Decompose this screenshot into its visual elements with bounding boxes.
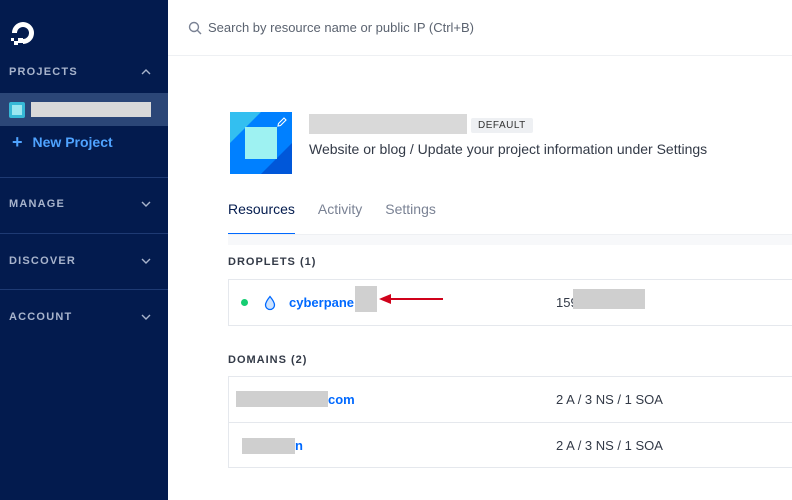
domain-row[interactable]: com 2 A / 3 NS / 1 SOA bbox=[229, 377, 792, 422]
new-project-label: New Project bbox=[32, 134, 113, 150]
chevron-up-icon bbox=[141, 69, 151, 75]
top-bar bbox=[168, 0, 792, 56]
sidebar-divider bbox=[0, 177, 168, 178]
tabs-band bbox=[228, 235, 792, 245]
sidebar: PROJECTS + New Project MANAGE DISCOVER A… bbox=[0, 0, 168, 500]
sidebar-section-discover[interactable]: DISCOVER bbox=[0, 251, 168, 271]
redacted-project-title bbox=[309, 114, 467, 134]
domain-name-link[interactable]: com bbox=[328, 392, 355, 407]
domain-records: 2 A / 3 NS / 1 SOA bbox=[556, 392, 663, 407]
main-content: DEFAULT Website or blog / Update your pr… bbox=[168, 57, 792, 500]
redacted-domain bbox=[242, 438, 295, 454]
droplet-icon bbox=[264, 294, 276, 310]
status-active-dot bbox=[241, 299, 248, 306]
project-tabs: Resources Activity Settings bbox=[228, 201, 459, 235]
chevron-down-icon bbox=[141, 201, 151, 207]
default-badge: DEFAULT bbox=[471, 118, 533, 133]
domain-name-link[interactable]: n bbox=[295, 438, 303, 453]
domain-records: 2 A / 3 NS / 1 SOA bbox=[556, 437, 663, 453]
tab-resources[interactable]: Resources bbox=[228, 201, 295, 235]
redacted-ip bbox=[573, 289, 645, 309]
project-description: Website or blog / Update your project in… bbox=[309, 141, 708, 157]
redacted-droplet-suffix bbox=[355, 286, 377, 312]
droplets-list: cyberpane 159 bbox=[228, 279, 792, 326]
droplets-header: DROPLETS (1) bbox=[228, 256, 317, 268]
redacted-project-name bbox=[31, 102, 151, 117]
sidebar-divider bbox=[0, 233, 168, 234]
sidebar-divider bbox=[0, 289, 168, 290]
search-input[interactable] bbox=[208, 20, 608, 35]
project-avatar[interactable] bbox=[230, 112, 292, 174]
sidebar-section-projects[interactable]: PROJECTS bbox=[0, 62, 168, 82]
project-icon bbox=[9, 101, 25, 118]
domain-row[interactable]: n 2 A / 3 NS / 1 SOA bbox=[229, 422, 792, 467]
digitalocean-logo-icon[interactable] bbox=[8, 18, 38, 48]
redacted-domain bbox=[236, 391, 328, 407]
tab-settings[interactable]: Settings bbox=[385, 201, 436, 235]
plus-icon: + bbox=[12, 132, 23, 152]
sidebar-section-manage[interactable]: MANAGE bbox=[0, 194, 168, 214]
chevron-down-icon bbox=[141, 258, 151, 264]
sidebar-section-label: DISCOVER bbox=[9, 255, 77, 267]
annotation-arrow-icon bbox=[379, 294, 443, 304]
domains-list: com 2 A / 3 NS / 1 SOA n 2 A / 3 NS / 1 … bbox=[228, 376, 792, 468]
droplet-name-link[interactable]: cyberpane bbox=[289, 295, 354, 310]
droplet-row[interactable]: cyberpane 159 bbox=[229, 280, 792, 325]
chevron-down-icon bbox=[141, 314, 151, 320]
tab-activity[interactable]: Activity bbox=[318, 201, 362, 235]
domains-header: DOMAINS (2) bbox=[228, 354, 308, 366]
sidebar-section-account[interactable]: ACCOUNT bbox=[0, 307, 168, 327]
sidebar-section-label: PROJECTS bbox=[9, 66, 78, 78]
sidebar-section-label: MANAGE bbox=[9, 198, 66, 210]
pencil-edit-icon[interactable] bbox=[276, 116, 288, 128]
sidebar-item-project[interactable] bbox=[0, 93, 168, 126]
search-icon bbox=[188, 21, 202, 34]
sidebar-section-label: ACCOUNT bbox=[9, 311, 73, 323]
new-project-button[interactable]: + New Project bbox=[12, 133, 113, 151]
